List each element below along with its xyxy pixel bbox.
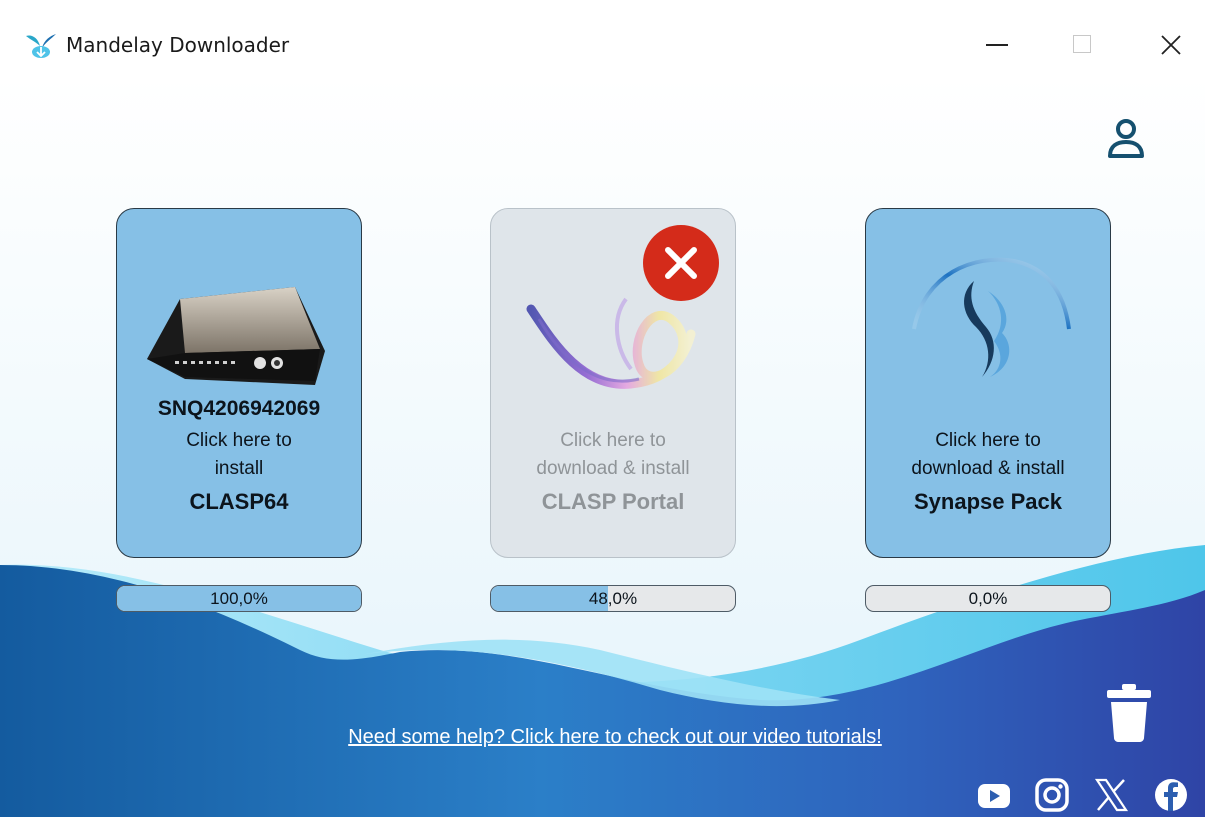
- card-line2: download & install: [911, 458, 1065, 479]
- progress-label: 100,0%: [210, 589, 268, 608]
- progress-label: 0,0%: [968, 589, 1008, 608]
- user-icon[interactable]: [1104, 116, 1148, 160]
- card-line2: download & install: [536, 458, 690, 479]
- youtube-icon[interactable]: [976, 777, 1012, 813]
- trash-icon[interactable]: [1104, 684, 1154, 742]
- facebook-icon[interactable]: [1153, 777, 1189, 813]
- progress-bar-synapse-pack: 0,0%: [865, 585, 1111, 612]
- progress-bar-clasp64: 100,0%: [116, 585, 362, 612]
- error-x-icon: [665, 247, 697, 279]
- app-window: Mandelay Downloader SNQ4206942069 Click …: [0, 0, 1205, 817]
- card-line2: install: [214, 458, 264, 479]
- product-name: CLASP Portal: [541, 489, 685, 514]
- card-clasp64[interactable]: SNQ4206942069 Click here to install CLAS…: [116, 208, 362, 558]
- error-icon[interactable]: [643, 225, 719, 301]
- card-synapse-pack[interactable]: Click here to download & install Synapse…: [865, 208, 1111, 558]
- card-line1: Click here to: [186, 430, 292, 451]
- x-icon[interactable]: [1093, 777, 1129, 813]
- instagram-icon[interactable]: [1034, 777, 1070, 813]
- progress-label: 48,0%: [588, 589, 638, 608]
- product-name: Synapse Pack: [914, 489, 1062, 514]
- product-name: CLASP64: [189, 489, 289, 514]
- progress-bar-clasp-portal: 48,0%: [490, 585, 736, 612]
- synapse-logo: [912, 257, 1071, 377]
- device-image: [147, 287, 325, 385]
- serial-number: SNQ4206942069: [157, 397, 321, 420]
- card-line1: Click here to: [935, 430, 1041, 451]
- help-link[interactable]: Need some help? Click here to check out …: [230, 726, 1000, 749]
- card-line1: Click here to: [560, 430, 666, 451]
